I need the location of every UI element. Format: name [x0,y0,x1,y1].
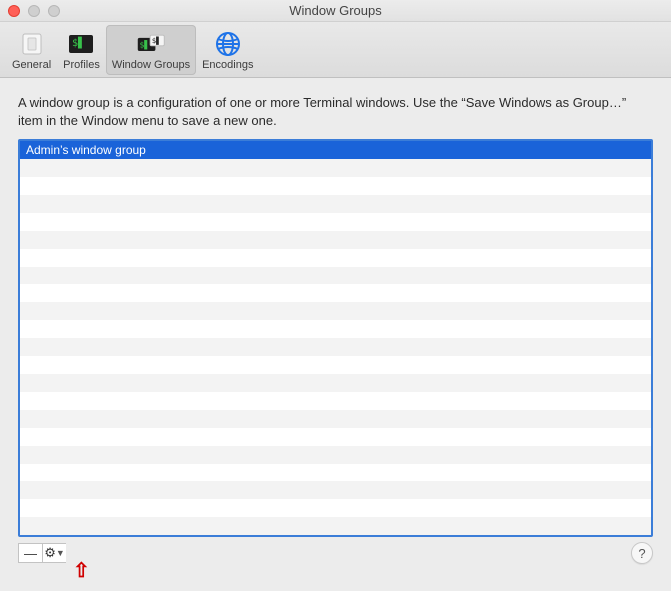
list-row[interactable] [20,320,651,338]
titlebar: Window Groups [0,0,671,22]
tab-general[interactable]: General [6,25,57,75]
list-row[interactable] [20,392,651,410]
help-icon: ? [638,546,645,561]
list-row[interactable] [20,499,651,517]
remove-button[interactable]: — [18,543,42,563]
list-row[interactable] [20,284,651,302]
list-row[interactable] [20,356,651,374]
profiles-icon: $▋ [66,31,96,57]
general-icon [17,31,47,57]
list-row[interactable] [20,231,651,249]
tab-window-groups[interactable]: $▋ $▋ Window Groups [106,25,196,75]
list-row[interactable] [20,302,651,320]
list-row[interactable] [20,249,651,267]
preferences-toolbar: General $▋ Profiles $▋ $▋ Window Groups [0,22,671,78]
list-row[interactable] [20,464,651,482]
tab-label: Encodings [202,59,253,71]
tab-label: General [12,59,51,71]
list-footer: — ⚙ ▼ ? ⇧ [18,543,653,563]
description-text: A window group is a configuration of one… [18,94,653,129]
list-row[interactable] [20,374,651,392]
list-row[interactable] [20,195,651,213]
tab-encodings[interactable]: Encodings [196,25,259,75]
tab-profiles[interactable]: $▋ Profiles [57,25,106,75]
window-title: Window Groups [0,3,671,18]
help-button[interactable]: ? [631,542,653,564]
list-row[interactable] [20,159,651,177]
window-groups-list[interactable]: Admin’s window group [18,139,653,537]
chevron-down-icon: ▼ [56,548,65,558]
list-row[interactable] [20,213,651,231]
list-row[interactable] [20,446,651,464]
red-arrow-annotation: ⇧ [73,561,90,581]
svg-text:$▋: $▋ [139,39,149,49]
gear-icon: ⚙ [44,545,56,561]
tab-label: Window Groups [112,59,190,71]
list-row[interactable] [20,481,651,499]
list-row[interactable]: Admin’s window group [20,141,651,159]
list-row[interactable] [20,177,651,195]
list-row[interactable] [20,267,651,285]
list-row[interactable] [20,410,651,428]
tab-label: Profiles [63,59,100,71]
svg-text:$▋: $▋ [72,36,84,49]
minus-icon: — [24,546,37,561]
list-row[interactable] [20,338,651,356]
svg-text:$▋: $▋ [152,36,161,45]
content-pane: A window group is a configuration of one… [0,78,671,573]
list-row[interactable] [20,428,651,446]
list-row[interactable] [20,517,651,535]
encodings-icon [213,31,243,57]
window-groups-icon: $▋ $▋ [136,31,166,57]
actions-menu-button[interactable]: ⚙ ▼ [42,543,66,563]
